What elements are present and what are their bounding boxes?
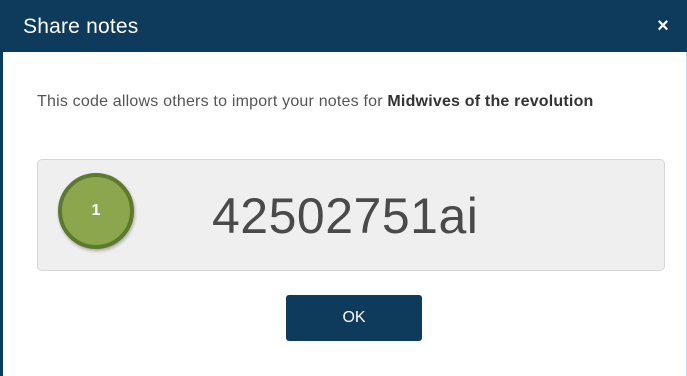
dialog-titlebar: Share notes ×	[3, 0, 687, 52]
share-code: 42502751ai	[212, 188, 479, 244]
close-icon[interactable]: ×	[653, 16, 673, 36]
share-message: This code allows others to import your n…	[37, 90, 667, 114]
share-message-text: This code allows others to import your n…	[37, 93, 388, 110]
share-notes-dialog: Share notes × This code allows others to…	[0, 0, 687, 376]
step-marker: 1	[58, 173, 134, 249]
book-title: Midwives of the revolution	[387, 93, 594, 110]
dialog-title: Share notes	[23, 15, 139, 38]
ok-button[interactable]: OK	[286, 295, 422, 341]
